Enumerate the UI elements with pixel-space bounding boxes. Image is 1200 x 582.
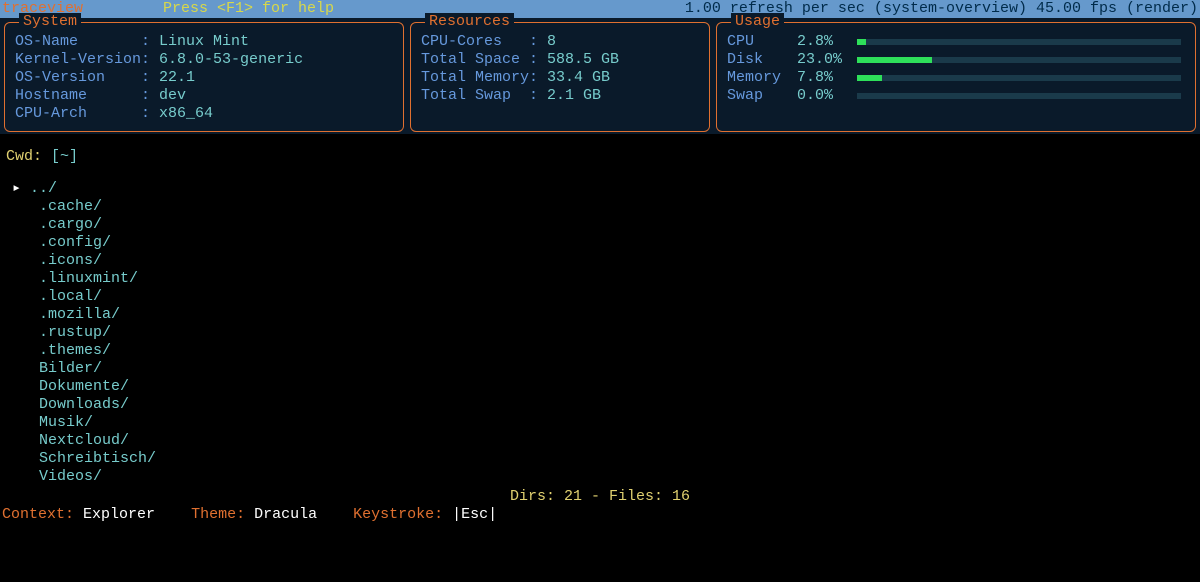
system-row: Kernel-Version: 6.8.0-53-generic <box>15 51 393 69</box>
usage-bar <box>857 75 1181 81</box>
file-list[interactable]: ../.cache/.cargo/.config/.icons/.linuxmi… <box>6 180 1194 486</box>
usage-bar <box>857 93 1181 99</box>
system-key: OS-Version <box>15 69 141 87</box>
system-key: CPU-Arch <box>15 105 141 123</box>
usage-percent: 23.0% <box>797 51 857 69</box>
usage-bar-fill <box>857 39 866 45</box>
resources-row: CPU-Cores : 8 <box>421 33 699 51</box>
cwd-line: Cwd: [~] <box>6 148 1194 166</box>
file-entry[interactable]: .mozilla/ <box>12 306 1194 324</box>
file-entry[interactable]: .linuxmint/ <box>12 270 1194 288</box>
bottom-statusbar: Context: Explorer Theme: Dracula Keystro… <box>0 506 1200 526</box>
usage-panel: Usage CPU2.8%Disk23.0%Memory7.8%Swap0.0% <box>716 22 1196 132</box>
usage-bar-fill <box>857 75 882 81</box>
help-hint: Press <F1> for help <box>163 0 334 18</box>
file-entry[interactable]: Bilder/ <box>12 360 1194 378</box>
file-entry[interactable]: Downloads/ <box>12 396 1194 414</box>
file-entry[interactable]: ../ <box>12 180 1194 198</box>
usage-row: Memory7.8% <box>727 69 1185 87</box>
system-row: OS-Version : 22.1 <box>15 69 393 87</box>
system-value: dev <box>159 87 186 105</box>
resources-panel: Resources CPU-Cores : 8Total Space : 588… <box>410 22 710 132</box>
file-entry[interactable]: Nextcloud/ <box>12 432 1194 450</box>
resources-key: Total Memory <box>421 69 529 87</box>
usage-row: Swap0.0% <box>727 87 1185 105</box>
resources-value: 588.5 GB <box>547 51 619 69</box>
usage-label: Memory <box>727 69 797 87</box>
resources-key: Total Space <box>421 51 529 69</box>
file-entry[interactable]: .icons/ <box>12 252 1194 270</box>
file-entry[interactable]: Dokumente/ <box>12 378 1194 396</box>
usage-row: CPU2.8% <box>727 33 1185 51</box>
file-entry[interactable]: .cache/ <box>12 198 1194 216</box>
system-value: 22.1 <box>159 69 195 87</box>
resources-key: CPU-Cores <box>421 33 529 51</box>
usage-label: CPU <box>727 33 797 51</box>
usage-percent: 2.8% <box>797 33 857 51</box>
usage-row: Disk23.0% <box>727 51 1185 69</box>
file-entry[interactable]: .config/ <box>12 234 1194 252</box>
usage-bar <box>857 57 1181 63</box>
usage-panel-title: Usage <box>731 13 784 31</box>
usage-percent: 0.0% <box>797 87 857 105</box>
system-key: OS-Name <box>15 33 141 51</box>
resources-value: 2.1 GB <box>547 87 601 105</box>
system-panel-title: System <box>19 13 81 31</box>
file-entry[interactable]: Musik/ <box>12 414 1194 432</box>
resources-value: 33.4 GB <box>547 69 610 87</box>
file-entry[interactable]: .local/ <box>12 288 1194 306</box>
file-entry[interactable]: Videos/ <box>12 468 1194 486</box>
system-row: Hostname : dev <box>15 87 393 105</box>
top-statusbar: traceview Press <F1> for help 1.00 refre… <box>0 0 1200 18</box>
cwd-path: [~] <box>51 148 78 165</box>
usage-percent: 7.8% <box>797 69 857 87</box>
context-value: Explorer <box>83 506 155 523</box>
keystroke-value: |Esc| <box>452 506 497 523</box>
context-label: Context: <box>2 506 74 523</box>
theme-value: Dracula <box>254 506 317 523</box>
file-entry[interactable]: .themes/ <box>12 342 1194 360</box>
overview-panels: System OS-Name : Linux MintKernel-Versio… <box>0 18 1200 134</box>
system-row: CPU-Arch : x86_64 <box>15 105 393 123</box>
resources-panel-title: Resources <box>425 13 514 31</box>
system-value: x86_64 <box>159 105 213 123</box>
dir-file-summary: Dirs: 21 - Files: 16 <box>6 488 1194 506</box>
usage-label: Swap <box>727 87 797 105</box>
system-key: Kernel-Version <box>15 51 141 69</box>
file-entry[interactable]: .rustup/ <box>12 324 1194 342</box>
usage-bar-fill <box>857 57 932 63</box>
resources-row: Total Space : 588.5 GB <box>421 51 699 69</box>
system-value: Linux Mint <box>159 33 249 51</box>
keystroke-label: Keystroke: <box>353 506 443 523</box>
resources-row: Total Swap : 2.1 GB <box>421 87 699 105</box>
cwd-label: Cwd: <box>6 148 51 165</box>
file-entry[interactable]: .cargo/ <box>12 216 1194 234</box>
theme-label: Theme: <box>191 506 245 523</box>
resources-key: Total Swap <box>421 87 529 105</box>
usage-label: Disk <box>727 51 797 69</box>
system-key: Hostname <box>15 87 141 105</box>
resources-value: 8 <box>547 33 556 51</box>
system-panel: System OS-Name : Linux MintKernel-Versio… <box>4 22 404 132</box>
file-entry[interactable]: Schreibtisch/ <box>12 450 1194 468</box>
resources-row: Total Memory: 33.4 GB <box>421 69 699 87</box>
system-value: 6.8.0-53-generic <box>159 51 303 69</box>
usage-bar <box>857 39 1181 45</box>
file-explorer[interactable]: Cwd: [~] ../.cache/.cargo/.config/.icons… <box>0 134 1200 506</box>
system-row: OS-Name : Linux Mint <box>15 33 393 51</box>
